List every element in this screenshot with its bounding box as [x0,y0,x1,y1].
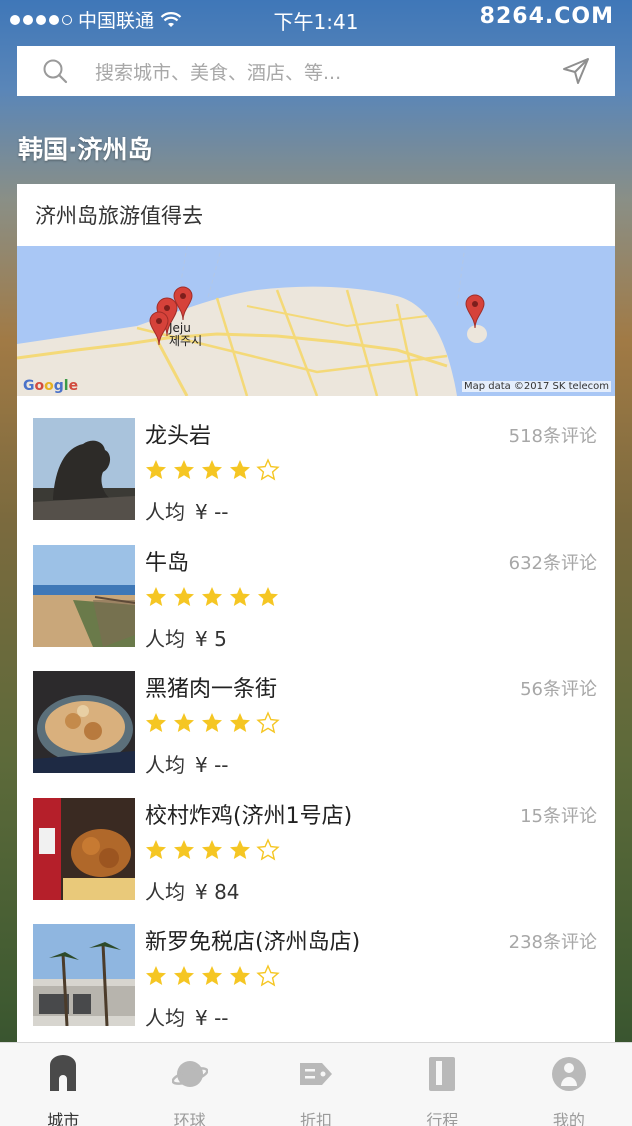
price-value: ¥ 5 [195,626,227,651]
star-filled-icon [228,458,252,486]
map-graphic [17,246,615,396]
rating-stars [144,585,280,613]
price-label: 人均 [145,1006,185,1030]
price-value: ¥ -- [195,753,229,777]
star-empty-icon [256,964,280,992]
google-logo: Google [23,378,79,394]
star-filled-icon [144,964,168,992]
region-title[interactable]: 韩国·济州岛 [18,130,153,166]
watermark: 8264.COM [479,4,614,29]
price-value: ¥ 84 [195,879,240,904]
tab-label: 我的 [552,1111,585,1126]
destination-card: 济州岛旅游值得去 Jeju 제주시 Google Map data ©2017 … [17,184,615,1054]
tab-itinerary-book[interactable]: 行程 [379,1043,505,1126]
tab-profile[interactable]: 我的 [506,1043,632,1126]
list-item[interactable]: 校村炸鸡(济州1号店) 15条评论 人均 ¥ 84 [17,776,615,905]
map-credit: Map data ©2017 SK telecom [461,381,611,392]
item-name: 黑猪肉一条街 [145,677,278,702]
poi-list: 龙头岩 518条评论 人均 ¥ -- 牛岛 632条评论 人均 ¥ 5 黑猪肉一条街… [17,396,615,1031]
star-filled-icon [256,585,280,613]
card-header: 济州岛旅游值得去 [35,204,203,228]
price-label: 人均 [145,500,185,524]
star-filled-icon [144,585,168,613]
star-filled-icon [172,964,196,992]
item-review-count: 632条评论 [508,552,597,574]
rating-stars [144,837,280,866]
map-view[interactable]: Jeju 제주시 Google Map data ©2017 SK teleco… [17,246,615,396]
tab-bar: 城市 环球 折扣 行程 我的 [0,1042,632,1126]
coupon-tag-icon [298,1055,334,1097]
star-filled-icon [200,458,224,486]
star-filled-icon [200,964,224,992]
star-empty-icon [256,837,280,866]
list-item[interactable]: 龙头岩 518条评论 人均 ¥ -- [17,396,615,525]
tab-city[interactable]: 城市 [0,1043,126,1126]
tab-label: 折扣 [300,1111,333,1126]
star-filled-icon [228,838,252,866]
rating-stars [144,964,280,992]
item-price: 人均 ¥ -- [145,749,239,778]
item-name: 新罗免税店(济州岛店) [145,930,361,955]
item-name: 龙头岩 [145,424,212,449]
rating-stars [144,458,280,486]
price-value: ¥ -- [195,1006,229,1030]
itinerary-book-icon [424,1055,460,1097]
star-filled-icon [172,711,196,739]
location-arrow-icon[interactable] [561,56,591,86]
search-icon [43,59,68,84]
tab-label: 城市 [47,1111,80,1126]
thumbnail-image [33,671,135,773]
rating-stars [144,711,280,739]
star-filled-icon [172,585,196,613]
tab-label: 行程 [426,1111,459,1126]
price-label: 人均 [145,753,185,777]
search-input[interactable]: 搜索城市、美食、酒店、等... [95,58,561,85]
star-filled-icon [200,838,224,866]
profile-icon [551,1055,587,1097]
item-name: 牛岛 [145,550,190,576]
price-value: ¥ -- [195,500,229,524]
star-filled-icon [172,838,196,866]
star-filled-icon [144,838,168,866]
list-item[interactable]: 牛岛 632条评论 人均 ¥ 5 [17,523,615,652]
star-filled-icon [200,711,224,739]
item-name: 校村炸鸡(济州1号店) [145,803,353,829]
tab-planet[interactable]: 环球 [126,1043,252,1126]
star-filled-icon [228,964,252,992]
star-filled-icon [144,458,168,486]
item-review-count: 238条评论 [508,932,597,953]
thumbnail-image [33,544,135,647]
city-icon [45,1055,81,1097]
thumbnail-image [33,924,135,1026]
list-item[interactable]: 新罗免税店(济州岛店) 238条评论 人均 ¥ -- [17,902,615,1031]
price-label: 人均 [145,879,185,904]
item-price: 人均 ¥ -- [145,1002,239,1031]
thumbnail-image [33,797,135,900]
item-review-count: 15条评论 [520,805,597,827]
star-filled-icon [144,711,168,739]
item-review-count: 518条评论 [508,426,597,447]
search-bar[interactable]: 搜索城市、美食、酒店、等... [17,46,615,96]
price-label: 人均 [145,626,185,651]
planet-icon [171,1055,209,1097]
star-filled-icon [172,458,196,486]
status-bar: 中国联通 下午1:41 8264.COM [0,0,632,36]
star-filled-icon [228,711,252,739]
tab-coupon-tag[interactable]: 折扣 [253,1043,379,1126]
map-city-label: Jeju 제주시 [169,322,202,348]
star-empty-icon [256,458,280,486]
star-filled-icon [200,585,224,613]
star-filled-icon [228,585,252,613]
item-price: 人均 ¥ 84 [145,876,250,905]
tab-label: 环球 [173,1111,206,1126]
item-review-count: 56条评论 [520,679,597,700]
thumbnail-image [33,418,135,520]
list-item[interactable]: 黑猪肉一条街 56条评论 人均 ¥ -- [17,649,615,778]
item-price: 人均 ¥ 5 [145,623,237,652]
map-city-ko: 제주시 [169,334,203,348]
item-price: 人均 ¥ -- [145,496,239,525]
star-empty-icon [256,711,280,739]
